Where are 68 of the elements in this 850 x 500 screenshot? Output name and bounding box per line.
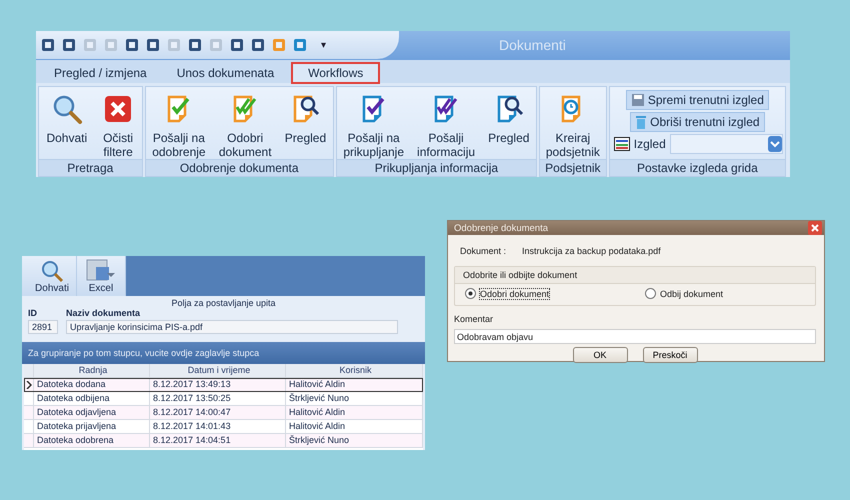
input-field[interactable]: 2891: [28, 320, 58, 334]
group-label: Podsjetnik: [540, 159, 606, 176]
table-cell: 8.12.2017 13:50:25: [150, 392, 286, 405]
ribbon-button[interactable]: Pošalji na odobrenje: [150, 93, 208, 159]
table-cell: Datoteka dodana: [34, 378, 150, 391]
layout-dropdown[interactable]: [670, 134, 784, 154]
ribbon-tab[interactable]: Unos dokumenata: [164, 63, 286, 83]
table-cell: Datoteka odbijena: [34, 392, 150, 405]
table-cell: Halitović Aldin: [286, 406, 423, 419]
trash-can-icon: [635, 115, 648, 129]
ribbon-button[interactable]: Pošalji na prikupljanje: [341, 93, 406, 159]
table-row[interactable]: Datoteka dodana 8.12.2017 13:49:13 Halitović Aldin: [24, 378, 423, 392]
current-row-icon: [26, 380, 32, 388]
group-by-panel: Za grupiranje po tom stupcu, vucite ovdje zaglavlje stupca: [22, 342, 425, 364]
table-cell: 8.12.2017 14:01:43: [150, 420, 286, 433]
table-cell: Datoteka odjavljena: [34, 406, 150, 419]
table-cell: Štrkljević Nuno: [286, 392, 423, 405]
toolbar-button[interactable]: Dohvati: [28, 256, 77, 296]
table-cell: 8.12.2017 14:00:47: [150, 406, 286, 419]
ribbon-button[interactable]: Dohvati: [44, 93, 90, 159]
radio-option[interactable]: Odbij dokument: [645, 288, 724, 299]
field-label: Naziv dokumenta: [66, 308, 142, 320]
column-header[interactable]: Radnja: [34, 364, 150, 377]
group-label: Odobrenje dokumenta: [146, 159, 333, 176]
group-label: Postavke izgleda grida: [610, 159, 786, 176]
delete-layout-button[interactable]: Obriši trenutni izgled: [630, 112, 765, 132]
group-label: Pretraga: [39, 159, 142, 176]
layout-label: Izgled: [634, 137, 666, 151]
table-cell: Halitović Aldin: [286, 420, 423, 433]
table-cell: 8.12.2017 13:49:13: [150, 378, 286, 391]
radio-option[interactable]: Odobri dokument: [465, 288, 645, 299]
close-icon[interactable]: [808, 221, 822, 235]
group-label: Prikupljanja informacija: [336, 159, 536, 176]
ribbon-tab[interactable]: Workflows: [292, 63, 380, 83]
table-cell: Halitović Aldin: [286, 378, 423, 391]
ribbon-tab[interactable]: Pregled / izmjena: [42, 63, 159, 83]
dialog-button[interactable]: Preskoči: [642, 347, 698, 363]
table-cell: Štrkljević Nuno: [286, 434, 423, 447]
document-label: Dokument :: [460, 246, 506, 256]
ribbon-button[interactable]: Pošalji informaciju: [415, 93, 478, 159]
table-row[interactable]: Datoteka odjavljena 8.12.2017 14:00:47 Halitović Aldin: [24, 406, 423, 420]
table-cell: 8.12.2017 14:04:51: [150, 434, 286, 447]
document-name: Instrukcija za backup podataka.pdf: [522, 246, 661, 256]
ribbon-button[interactable]: Odobri dokument: [216, 93, 274, 159]
ribbon-button[interactable]: Pregled: [486, 93, 532, 159]
ribbon-button[interactable]: Očisti filtere: [100, 93, 136, 159]
group-title: Odobrite ili odbijte dokument: [455, 267, 815, 284]
dialog-title: Odobrenje dokumenta: [454, 222, 548, 234]
save-layout-button[interactable]: Spremi trenutni izgled: [626, 90, 769, 110]
section-title: Polja za postavljanje upita: [170, 298, 277, 308]
column-header[interactable]: Korisnik: [286, 364, 423, 377]
column-header[interactable]: Datum i vrijeme: [150, 364, 286, 377]
table-cell: Datoteka prijavljena: [34, 420, 150, 433]
dialog-button[interactable]: OK: [572, 347, 628, 363]
table-row[interactable]: Datoteka odbijena 8.12.2017 13:50:25 Štrkljević Nuno: [24, 392, 423, 406]
quick-access-more-button[interactable]: ▾: [321, 39, 326, 52]
table-row[interactable]: Datoteka prijavljena 8.12.2017 14:01:43 Halitović Aldin: [24, 420, 423, 434]
input-field[interactable]: Upravljanje korinsicima PIS-a.pdf: [66, 320, 398, 334]
table-row[interactable]: Datoteka odobrena 8.12.2017 14:04:51 Štrkljević Nuno: [24, 434, 423, 448]
comment-label: Komentar: [454, 314, 494, 324]
ribbon-button[interactable]: Kreiraj podsjetnik: [544, 93, 602, 159]
window-title: Dokumenti: [499, 37, 566, 54]
toolbar-button[interactable]: Excel: [77, 256, 126, 296]
ribbon-button[interactable]: Pregled: [282, 93, 328, 159]
comment-field[interactable]: Odobravam objavu: [454, 329, 816, 344]
table-cell: Datoteka odobrena: [34, 434, 150, 447]
grid-layout-icon: [614, 137, 630, 151]
field-label: ID: [28, 308, 38, 320]
